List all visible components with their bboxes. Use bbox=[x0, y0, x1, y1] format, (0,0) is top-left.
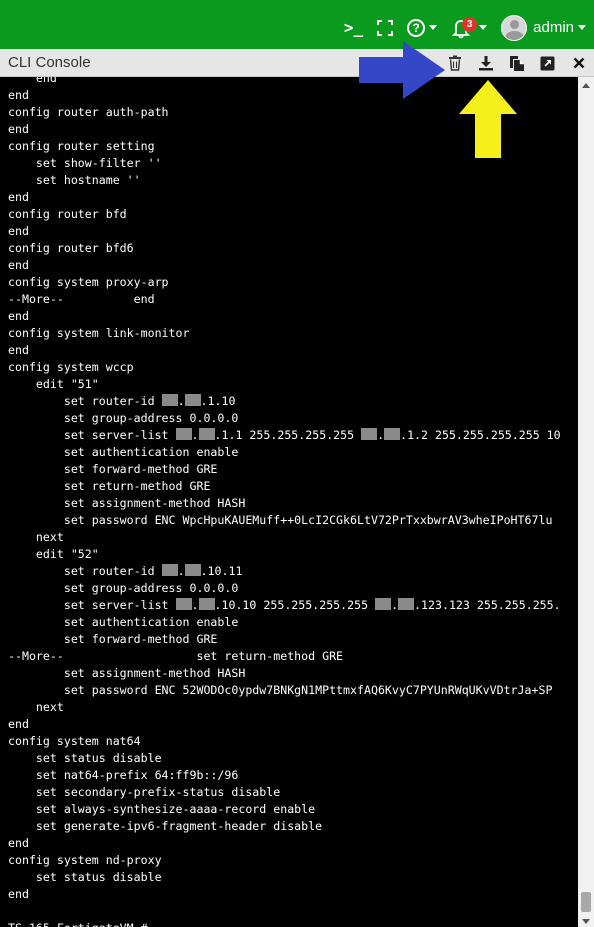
scroll-thumb[interactable] bbox=[581, 892, 591, 912]
redacted-block bbox=[161, 394, 178, 406]
console-title: CLI Console bbox=[8, 54, 91, 71]
redacted-block bbox=[161, 564, 178, 576]
terminal-line: set show-filter '' bbox=[8, 156, 162, 170]
terminal-line: config router auth-path bbox=[8, 105, 169, 119]
terminal-line: end bbox=[8, 122, 29, 136]
terminal-line: config router bfd6 bbox=[8, 241, 134, 255]
terminal-icon[interactable]: >_ bbox=[344, 18, 363, 37]
terminal-line: set generate-ipv6-fragment-header disabl… bbox=[8, 819, 323, 833]
terminal-line: set authentication enable bbox=[8, 445, 239, 459]
terminal-line: set router-id . .10.11 bbox=[8, 564, 243, 578]
terminal-line: next bbox=[8, 530, 64, 544]
terminal-line: set server-list . .10.10 255.255.255.255 … bbox=[8, 598, 561, 612]
chevron-down-icon bbox=[479, 25, 488, 30]
scroll-up-arrow-icon[interactable] bbox=[582, 83, 590, 88]
terminal-line: set hostname '' bbox=[8, 173, 141, 187]
terminal-line: end bbox=[8, 77, 57, 85]
terminal-line: set status disable bbox=[8, 870, 162, 884]
terminal-line: set group-address 0.0.0.0 bbox=[8, 411, 239, 425]
terminal-line: set password ENC WpcHpuKAUEMuff++0LcI2CG… bbox=[8, 513, 553, 527]
redacted-block bbox=[184, 564, 201, 576]
terminal-line: config system proxy-arp bbox=[8, 275, 169, 289]
top-nav-bar: >_ ? 3 admin bbox=[0, 0, 594, 49]
terminal-line: end bbox=[8, 88, 29, 102]
terminal-line: config system nd-proxy bbox=[8, 853, 162, 867]
terminal-line: edit "52" bbox=[8, 547, 99, 561]
terminal-line: config system wccp bbox=[8, 360, 134, 374]
terminal-line: --More-- end bbox=[8, 292, 155, 306]
scroll-down-arrow-icon[interactable] bbox=[582, 919, 590, 924]
redacted-block bbox=[198, 598, 215, 610]
user-name-label: admin bbox=[533, 19, 574, 36]
terminal-line: end bbox=[8, 343, 29, 357]
redacted-block bbox=[175, 428, 192, 440]
terminal-line: set group-address 0.0.0.0 bbox=[8, 581, 239, 595]
terminal-line: config system link-monitor bbox=[8, 326, 190, 340]
terminal-line: set assignment-method HASH bbox=[8, 496, 246, 510]
close-button[interactable] bbox=[563, 49, 594, 77]
notification-count-badge: 3 bbox=[462, 16, 478, 32]
terminal-line: --More-- set return-method GRE bbox=[8, 649, 344, 663]
download-button[interactable] bbox=[470, 49, 501, 77]
terminal-line: config router setting bbox=[8, 139, 155, 153]
fullscreen-icon[interactable] bbox=[377, 19, 394, 36]
terminal-line: end bbox=[8, 717, 29, 731]
terminal-line: end bbox=[8, 224, 29, 238]
blue-arrow-annotation bbox=[359, 41, 445, 99]
notifications-button[interactable]: 3 bbox=[451, 16, 488, 39]
help-menu[interactable]: ? bbox=[407, 18, 438, 37]
terminal-line: edit "51" bbox=[8, 377, 99, 391]
copy-button[interactable] bbox=[501, 49, 532, 77]
terminal-line: set password ENC 52WODOc0ypdw7BNKgN1MPtt… bbox=[8, 683, 553, 697]
terminal-line: set authentication enable bbox=[8, 615, 239, 629]
redacted-block bbox=[375, 598, 392, 610]
redacted-block bbox=[398, 598, 415, 610]
trash-icon bbox=[448, 55, 461, 71]
terminal-text: end end config router auth-path end conf… bbox=[8, 77, 561, 927]
terminal-line: end bbox=[8, 887, 29, 901]
terminal-line: set assignment-method HASH bbox=[8, 666, 246, 680]
chevron-down-icon bbox=[578, 25, 586, 30]
redacted-block bbox=[198, 428, 215, 440]
terminal-line: end bbox=[8, 836, 29, 850]
cli-console-header: CLI Console bbox=[0, 49, 594, 77]
redacted-block bbox=[384, 428, 401, 440]
terminal-line: set server-list . .1.1 255.255.255.255 ..… bbox=[8, 428, 561, 442]
terminal-scrollbar[interactable] bbox=[578, 77, 594, 927]
redacted-block bbox=[175, 598, 192, 610]
popout-button[interactable] bbox=[532, 49, 563, 77]
terminal-line: set forward-method GRE bbox=[8, 462, 218, 476]
terminal-line: next bbox=[8, 700, 64, 714]
terminal-line: set always-synthesize-aaaa-record enable bbox=[8, 802, 316, 816]
terminal-line: config system nat64 bbox=[8, 734, 141, 748]
avatar bbox=[501, 14, 528, 41]
terminal-line: end bbox=[8, 258, 29, 272]
terminal-line: set router-id . .1.10 bbox=[8, 394, 236, 408]
help-symbol: ? bbox=[412, 20, 420, 35]
yellow-arrow-annotation bbox=[459, 80, 517, 158]
terminal-line: set nat64-prefix 64:ff9b::/96 bbox=[8, 768, 239, 782]
user-menu[interactable]: admin bbox=[501, 14, 586, 41]
terminal-line: set status disable bbox=[8, 751, 162, 765]
download-icon bbox=[478, 56, 493, 71]
redacted-block bbox=[361, 428, 378, 440]
bell-icon: 3 bbox=[451, 16, 478, 39]
terminal-line: set secondary-prefix-status disable bbox=[8, 785, 281, 799]
terminal-line: end bbox=[8, 309, 29, 323]
help-icon: ? bbox=[407, 18, 426, 37]
copy-icon bbox=[509, 55, 524, 71]
terminal-line: end bbox=[8, 190, 29, 204]
cli-terminal-output[interactable]: end end config router auth-path end conf… bbox=[0, 77, 578, 927]
terminal-line: set return-method GRE bbox=[8, 479, 211, 493]
terminal-line: config router bfd bbox=[8, 207, 127, 221]
redacted-block bbox=[184, 394, 201, 406]
close-icon bbox=[573, 57, 584, 69]
chevron-down-icon bbox=[429, 25, 438, 30]
terminal-line: set forward-method GRE bbox=[8, 632, 218, 646]
popout-icon bbox=[540, 56, 555, 70]
terminal-line: TS_165-FortigateVM # bbox=[8, 921, 148, 927]
